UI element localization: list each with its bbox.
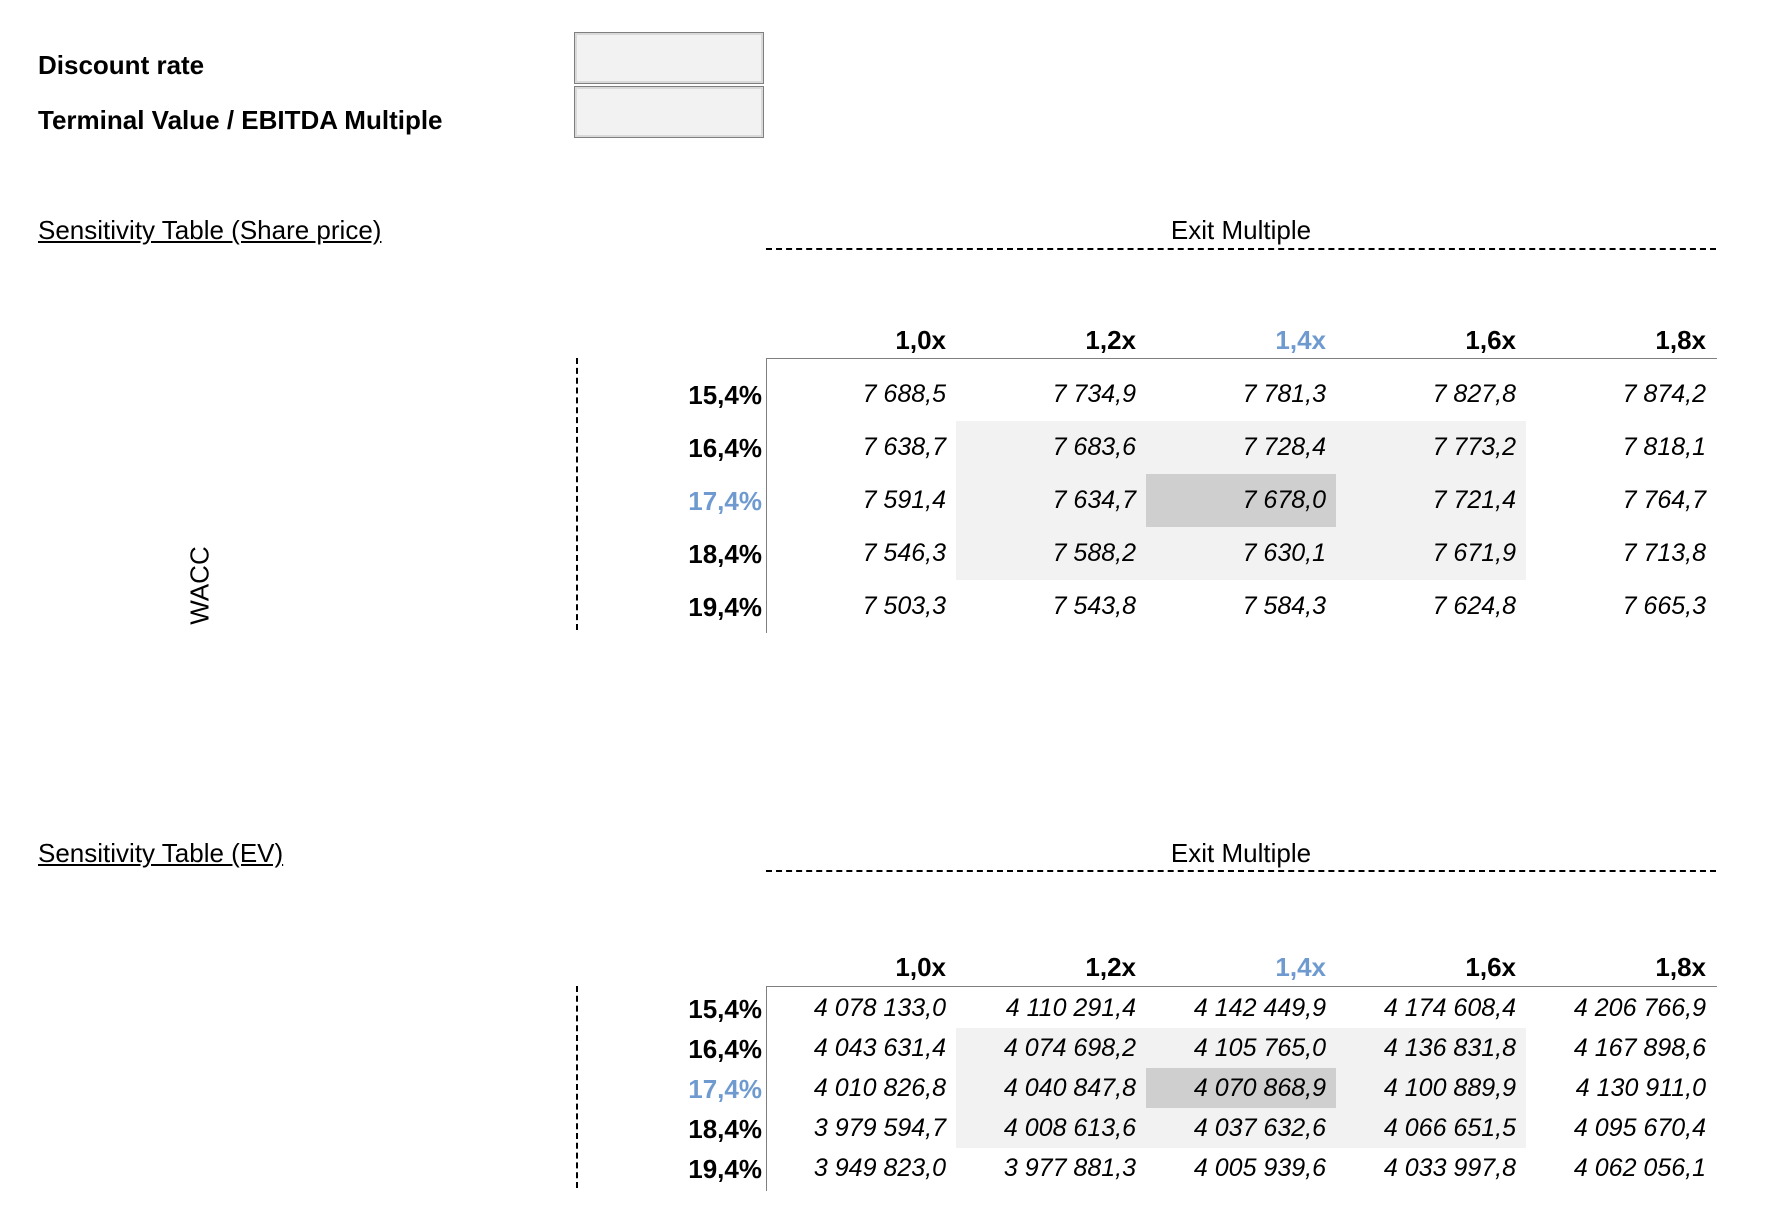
table-cell[interactable]: 4 033 997,8	[1336, 1148, 1526, 1188]
wacc-label: WACC	[184, 546, 215, 625]
row-header: 17,4%	[688, 1074, 762, 1104]
col-header: 1,4x	[1275, 952, 1326, 982]
discount-rate-input[interactable]	[574, 32, 764, 84]
share-table-title: Sensitivity Table (Share price)	[38, 215, 382, 245]
col-header: 1,6x	[1465, 952, 1516, 982]
col-header: 1,6x	[1465, 325, 1516, 355]
table-cell[interactable]: 7 818,1	[1526, 421, 1716, 474]
table-cell[interactable]: 7 503,3	[766, 580, 956, 633]
row-header: 15,4%	[688, 380, 762, 410]
table-cell[interactable]: 4 167 898,6	[1526, 1028, 1716, 1068]
table-cell[interactable]: 7 688,5	[766, 368, 956, 421]
row-header: 16,4%	[688, 433, 762, 463]
table-cell[interactable]: 4 043 631,4	[766, 1028, 956, 1068]
share-exit-divider	[766, 248, 1716, 250]
table-cell[interactable]: 7 734,9	[956, 368, 1146, 421]
table-cell[interactable]: 4 037 632,6	[1146, 1108, 1336, 1148]
row-header: 19,4%	[688, 592, 762, 622]
table-cell[interactable]: 7 624,8	[1336, 580, 1526, 633]
col-header: 1,2x	[1085, 325, 1136, 355]
table-cell[interactable]: 7 713,8	[1526, 527, 1716, 580]
table-cell[interactable]: 4 040 847,8	[956, 1068, 1146, 1108]
table-cell[interactable]: 4 078 133,0	[766, 988, 956, 1028]
ev-wacc-divider	[576, 986, 578, 1188]
terminal-multiple-label: Terminal Value / EBITDA Multiple	[38, 105, 443, 135]
table-cell[interactable]: 4 095 670,4	[1526, 1108, 1716, 1148]
ev-table-title: Sensitivity Table (EV)	[38, 838, 284, 868]
row-header: 15,4%	[688, 994, 762, 1024]
terminal-multiple-input[interactable]	[574, 86, 764, 138]
table-cell[interactable]: 4 070 868,9	[1146, 1068, 1336, 1108]
row-header: 18,4%	[688, 539, 762, 569]
table-cell[interactable]: 7 588,2	[956, 527, 1146, 580]
col-header: 1,8x	[1655, 325, 1706, 355]
ev-exit-divider	[766, 870, 1716, 872]
table-cell[interactable]: 4 066 651,5	[1336, 1108, 1526, 1148]
col-header: 1,2x	[1085, 952, 1136, 982]
table-cell[interactable]: 7 543,8	[956, 580, 1146, 633]
table-cell[interactable]: 7 773,2	[1336, 421, 1526, 474]
table-cell[interactable]: 3 979 594,7	[766, 1108, 956, 1148]
table-cell[interactable]: 4 130 911,0	[1526, 1068, 1716, 1108]
table-cell[interactable]: 7 781,3	[1146, 368, 1336, 421]
table-cell[interactable]: 7 665,3	[1526, 580, 1716, 633]
table-cell[interactable]: 7 721,4	[1336, 474, 1526, 527]
discount-rate-label: Discount rate	[38, 50, 205, 80]
row-header: 19,4%	[688, 1154, 762, 1184]
col-header: 1,0x	[895, 952, 946, 982]
table-cell[interactable]: 4 136 831,8	[1336, 1028, 1526, 1068]
table-cell[interactable]: 4 010 826,8	[766, 1068, 956, 1108]
table-cell[interactable]: 7 874,2	[1526, 368, 1716, 421]
table-cell[interactable]: 7 584,3	[1146, 580, 1336, 633]
table-cell[interactable]: 7 638,7	[766, 421, 956, 474]
table-cell[interactable]: 4 174 608,4	[1336, 988, 1526, 1028]
table-cell[interactable]: 7 546,3	[766, 527, 956, 580]
table-cell[interactable]: 7 678,0	[1146, 474, 1336, 527]
ev-exit-multiple-label: Exit Multiple	[1170, 838, 1312, 868]
table-cell[interactable]: 4 074 698,2	[956, 1028, 1146, 1068]
table-cell[interactable]: 4 142 449,9	[1146, 988, 1336, 1028]
table-cell[interactable]: 4 005 939,6	[1146, 1148, 1336, 1188]
table-cell[interactable]: 4 110 291,4	[956, 988, 1146, 1028]
table-cell[interactable]: 7 634,7	[956, 474, 1146, 527]
table-cell[interactable]: 7 827,8	[1336, 368, 1526, 421]
table-cell[interactable]: 4 062 056,1	[1526, 1148, 1716, 1188]
table-cell[interactable]: 4 008 613,6	[956, 1108, 1146, 1148]
table-cell[interactable]: 3 977 881,3	[956, 1148, 1146, 1188]
col-header: 1,8x	[1655, 952, 1706, 982]
table-cell[interactable]: 7 671,9	[1336, 527, 1526, 580]
table-cell[interactable]: 7 764,7	[1526, 474, 1716, 527]
row-header: 17,4%	[688, 486, 762, 516]
row-header: 18,4%	[688, 1114, 762, 1144]
share-exit-multiple-label: Exit Multiple	[1170, 215, 1312, 245]
col-header: 1,0x	[895, 325, 946, 355]
table-cell[interactable]: 4 206 766,9	[1526, 988, 1716, 1028]
table-cell[interactable]: 4 100 889,9	[1336, 1068, 1526, 1108]
table-cell[interactable]: 7 683,6	[956, 421, 1146, 474]
table-cell[interactable]: 4 105 765,0	[1146, 1028, 1336, 1068]
share-wacc-divider	[576, 358, 578, 630]
table-cell[interactable]: 7 728,4	[1146, 421, 1336, 474]
table-cell[interactable]: 7 630,1	[1146, 527, 1336, 580]
col-header: 1,4x	[1275, 325, 1326, 355]
table-cell[interactable]: 3 949 823,0	[766, 1148, 956, 1188]
table-cell[interactable]: 7 591,4	[766, 474, 956, 527]
row-header: 16,4%	[688, 1034, 762, 1064]
